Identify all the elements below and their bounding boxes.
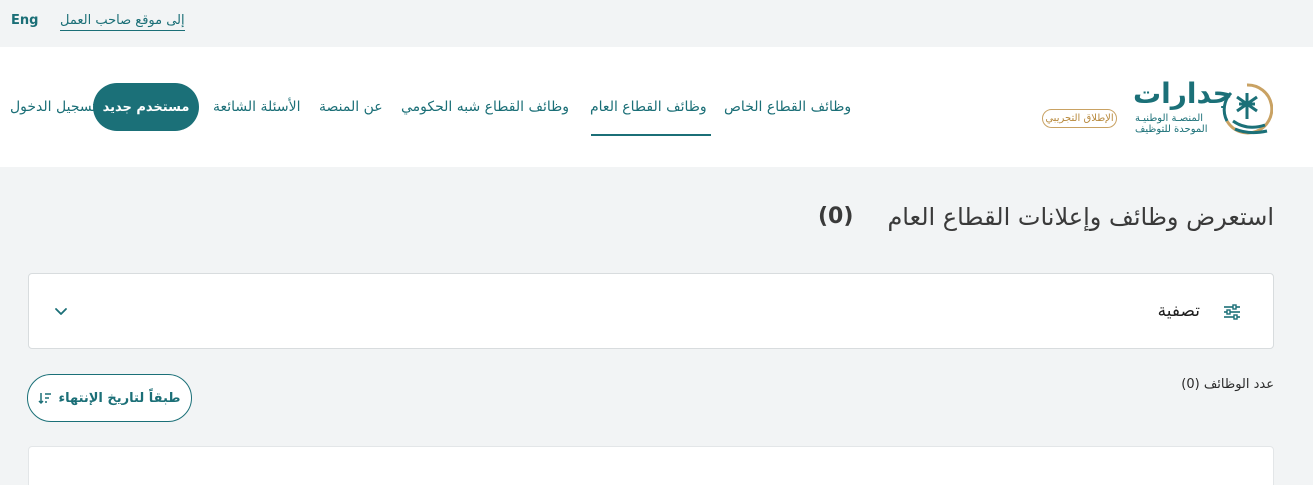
- logo-subtitle-line1: المنصـة الوطنيـة: [1135, 113, 1204, 124]
- main-header: تسجيل الدخول مستخدم جديد الأسئلة الشائعة…: [0, 47, 1313, 167]
- page-title-count: (0): [818, 204, 854, 229]
- nav-item-faq[interactable]: الأسئلة الشائعة: [213, 99, 301, 115]
- page-title: استعرض وظائف وإعلانات القطاع العام: [887, 203, 1274, 231]
- nav-active-indicator: [591, 134, 711, 136]
- nav-item-about[interactable]: عن المنصة: [319, 99, 383, 115]
- new-user-button[interactable]: مستخدم جديد: [93, 83, 199, 131]
- filter-label: تصفية: [1157, 301, 1200, 321]
- language-switch-link[interactable]: Eng: [11, 13, 38, 28]
- sort-descending-icon: [38, 393, 52, 405]
- results-card: [28, 446, 1274, 485]
- logo-wordmark: جدارات: [1133, 77, 1233, 110]
- sliders-icon: [1224, 304, 1240, 320]
- login-link[interactable]: تسجيل الدخول: [10, 99, 96, 115]
- palm-swords-emblem-icon: [1222, 83, 1273, 135]
- employer-site-link[interactable]: إلى موقع صاحب العمل: [60, 13, 185, 31]
- sort-button-label: طبقاً لتاريخ الإنتهاء: [58, 390, 181, 406]
- filter-panel[interactable]: تصفية: [28, 273, 1274, 349]
- beta-badge: الإطلاق التجريبي: [1042, 109, 1117, 128]
- nav-item-public-jobs[interactable]: وظائف القطاع العام: [590, 99, 707, 115]
- nav-item-semi-gov-jobs[interactable]: وظائف القطاع شبه الحكومي: [401, 99, 569, 115]
- chevron-down-icon[interactable]: [53, 303, 69, 319]
- nav-item-private-jobs[interactable]: وظائف القطاع الخاص: [724, 99, 851, 115]
- logo-subtitle-line2: الموحدة للتوظيف: [1135, 124, 1208, 135]
- job-count-label: عدد الوظائف (0): [1181, 377, 1274, 392]
- sort-by-expiry-button[interactable]: طبقاً لتاريخ الإنتهاء: [27, 374, 192, 422]
- top-utility-bar: Eng إلى موقع صاحب العمل: [0, 0, 1313, 47]
